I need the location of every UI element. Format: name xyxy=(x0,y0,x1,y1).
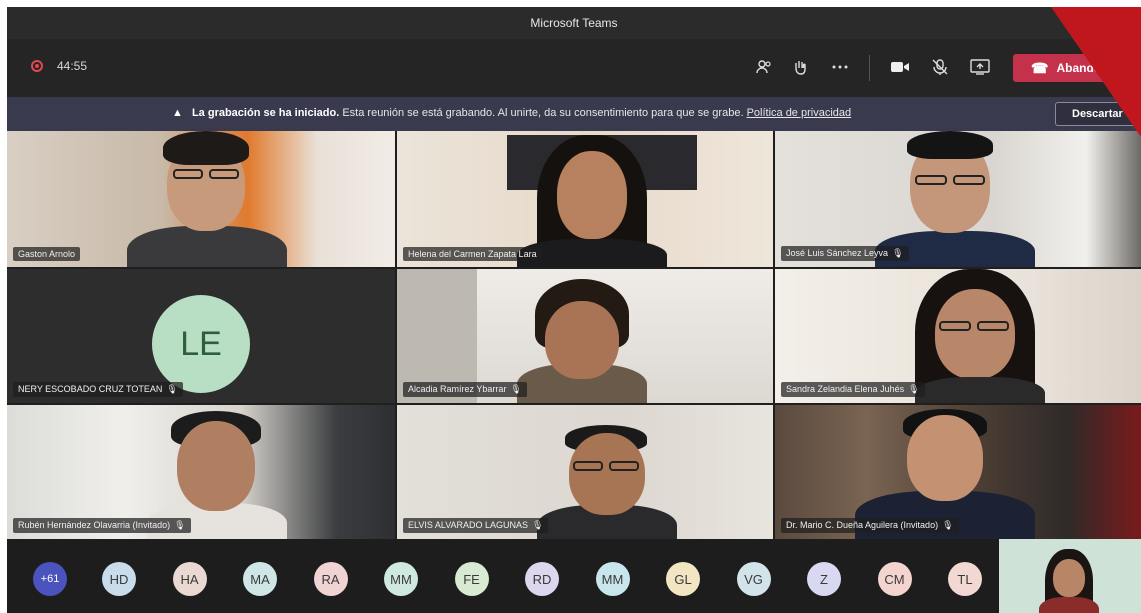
raise-hand-icon[interactable] xyxy=(787,53,813,81)
participant-name: Alcadia Ramírez Ybarrar 🎙 xyxy=(403,382,527,397)
participant-avatar-chip[interactable]: MA xyxy=(243,562,277,596)
mic-off-icon: 🎙 xyxy=(908,384,920,394)
participant-avatar-chip[interactable]: HA xyxy=(172,562,207,596)
participant-name: ELVIS ALVARADO LAGUNAS 🎙 xyxy=(403,518,549,533)
mic-off-icon: 🎙 xyxy=(942,520,954,530)
mic-off-icon[interactable] xyxy=(927,53,953,81)
participant-name: NERY ESCOBADO CRUZ TOTEAN 🎙 xyxy=(13,382,183,397)
participant-avatar-chip[interactable]: FE xyxy=(454,562,489,596)
participant-name-text: Sandra Zelandia Elena Juhés xyxy=(786,384,905,394)
mic-off-icon: 🎙 xyxy=(532,520,544,530)
self-video-preview xyxy=(999,539,1141,613)
title-bar: Microsoft Teams xyxy=(7,7,1141,39)
recording-banner: ▲ La grabación se ha iniciado. Esta reun… xyxy=(7,97,1141,131)
participant-avatar-chip[interactable]: RD xyxy=(525,562,559,596)
video-tile[interactable]: LE NERY ESCOBADO CRUZ TOTEAN 🎙 xyxy=(7,269,395,403)
people-icon[interactable] xyxy=(751,53,777,81)
mic-off-icon: 🎙 xyxy=(892,248,904,258)
video-tile[interactable]: Alcadia Ramírez Ybarrar 🎙 xyxy=(397,269,773,403)
meeting-timer: 44:55 xyxy=(57,59,88,73)
participant-video xyxy=(537,425,677,539)
participant-name: José Luis Sánchez Leyva 🎙 xyxy=(781,246,909,261)
participant-avatar-chip[interactable]: VG xyxy=(736,562,771,596)
participant-name: Helena del Carmen Zapata Lara xyxy=(403,247,542,261)
participant-name-text: ELVIS ALVARADO LAGUNAS xyxy=(408,520,529,530)
participant-video xyxy=(905,269,1055,403)
participant-name: Rubén Hernández Olavarria (Invitado) 🎙 xyxy=(13,518,191,533)
banner-bold-text: La grabación se ha iniciado. xyxy=(191,107,340,119)
participant-name-text: Rubén Hernández Olavarria (Invitado) xyxy=(18,520,171,530)
participant-strip: +61 HD HA MA RA MM FE RD MM GL VG Z CM TL xyxy=(7,539,1141,613)
mic-off-icon: 🎙 xyxy=(166,384,178,394)
decorative-corner xyxy=(1051,7,1141,137)
participant-avatar-chip[interactable]: MM xyxy=(384,562,418,596)
recording-icon xyxy=(31,60,43,72)
participant-name-text: Dr. Mario C. Dueña Aguilera (Invitado) xyxy=(786,520,939,530)
participant-name-text: Alcadia Ramírez Ybarrar xyxy=(408,384,507,394)
more-icon[interactable] xyxy=(827,53,853,81)
video-grid: Gaston Arnolo Helena del Carmen Zapata L… xyxy=(7,131,1141,539)
participant-avatar-chip[interactable]: TL xyxy=(948,562,982,596)
camera-icon[interactable] xyxy=(887,53,913,81)
phone-hangup-icon: ☎ xyxy=(1031,59,1049,76)
video-tile[interactable]: Gaston Arnolo xyxy=(7,131,395,267)
participant-avatar-chip[interactable]: GL xyxy=(666,562,700,596)
video-tile[interactable]: ELVIS ALVARADO LAGUNAS 🎙 xyxy=(397,405,773,539)
window-title: Microsoft Teams xyxy=(530,16,618,30)
privacy-policy-link[interactable]: Política de privacidad xyxy=(747,107,852,119)
video-tile[interactable]: José Luis Sánchez Leyva 🎙 xyxy=(775,131,1141,267)
self-video xyxy=(1039,549,1099,613)
participant-video xyxy=(127,131,287,267)
participant-avatar-chip[interactable]: RA xyxy=(313,562,348,596)
mic-off-icon: 🎙 xyxy=(510,384,522,394)
overflow-participants-button[interactable]: +61 xyxy=(33,562,67,596)
video-tile[interactable]: Helena del Carmen Zapata Lara xyxy=(397,131,773,267)
avatar: LE xyxy=(152,295,250,393)
video-tile[interactable]: Sandra Zelandia Elena Juhés 🎙 xyxy=(775,269,1141,403)
participant-name: Gaston Arnolo xyxy=(13,247,81,261)
participant-name-text: NERY ESCOBADO CRUZ TOTEAN xyxy=(18,384,163,394)
teams-window: Microsoft Teams 44:55 ☎ Abandonar ▲ La g… xyxy=(7,7,1141,613)
participant-avatar-chip[interactable]: Z xyxy=(807,562,841,596)
banner-text: Esta reunión se está grabando. Al unirte… xyxy=(342,107,744,119)
warning-icon: ▲ xyxy=(172,107,183,119)
participant-name-text: José Luis Sánchez Leyva xyxy=(786,248,889,258)
video-tile[interactable]: Rubén Hernández Olavarria (Invitado) 🎙 xyxy=(7,405,395,539)
participant-name: Dr. Mario C. Dueña Aguilera (Invitado) 🎙 xyxy=(781,518,959,533)
video-tile[interactable]: Dr. Mario C. Dueña Aguilera (Invitado) 🎙 xyxy=(775,405,1141,539)
participant-avatar-chip[interactable]: HD xyxy=(102,562,136,596)
toolbar-divider xyxy=(869,55,870,81)
participant-avatar-chip[interactable]: CM xyxy=(877,562,912,596)
share-screen-icon[interactable] xyxy=(967,53,993,81)
meeting-toolbar: 44:55 ☎ Abandonar xyxy=(7,39,1141,97)
banner-message: ▲ La grabación se ha iniciado. Esta reun… xyxy=(172,107,851,119)
participant-avatar-chip[interactable]: MM xyxy=(595,562,630,596)
participant-name: Sandra Zelandia Elena Juhés 🎙 xyxy=(781,382,925,397)
participant-video xyxy=(517,279,647,403)
mic-off-icon: 🎙 xyxy=(174,520,186,530)
